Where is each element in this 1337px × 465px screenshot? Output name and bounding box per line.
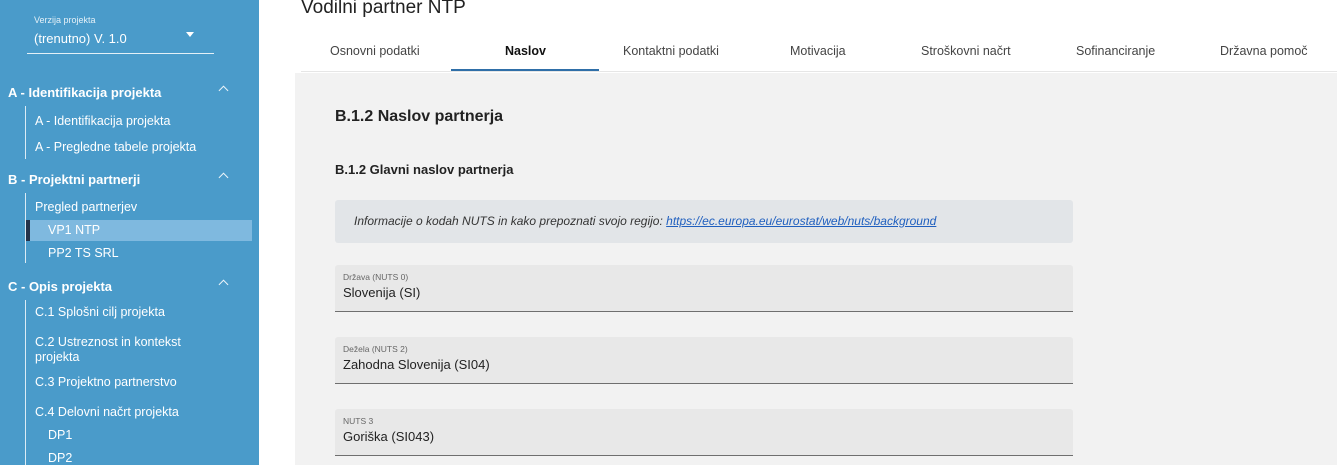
info-text: Informacije o kodah NUTS in kako prepozn… [354,214,936,228]
sidebar-item-label: A - Pregledne tabele projekta [35,140,197,154]
tab-drzavna-pomoc[interactable]: Državna pomoč [1220,44,1308,58]
field-value: Goriška (SI043) [343,429,435,444]
sidebar-item-c4[interactable]: C.4 Delovni načrt projekta [26,405,252,420]
sidebar-item-label: C.3 Projektno partnerstvo [35,375,177,389]
sidebar-item-pregled-partnerjev[interactable]: Pregled partnerjev [26,200,252,215]
sidebar-item-c2[interactable]: C.2 Ustreznost in kontekst projekta [26,335,226,365]
version-select-label: Verzija projekta [34,15,96,25]
field-value: Zahodna Slovenija (SI04) [343,357,490,372]
chevron-up-icon [218,85,229,96]
sidebar-item-dp2[interactable]: DP2 [26,451,252,465]
section-c-opis[interactable]: C - Opis projekta [0,274,259,298]
field-label: NUTS 3 [343,416,374,426]
nuts-info-link[interactable]: https://ec.europa.eu/eurostat/web/nuts/b… [666,214,936,228]
sidebar-item-c3[interactable]: C.3 Projektno partnerstvo [26,375,252,390]
version-select-value: (trenutno) V. 1.0 [34,31,127,46]
field-label: Država (NUTS 0) [343,272,409,282]
sidebar-item-label: C.2 Ustreznost in kontekst projekta [35,335,181,364]
sidebar-item-label: C.1 Splošni cilj projekta [35,305,165,319]
tab-kontaktni-podatki[interactable]: Kontaktni podatki [623,44,719,58]
tab-bar: Osnovni podatki Naslov Kontaktni podatki… [301,38,1337,72]
tab-stroskovni-nacrt[interactable]: Stroškovni načrt [921,44,1011,58]
section-heading: B.1.2 Naslov partnerja [335,108,504,125]
field-value: Slovenija (SI) [343,285,421,300]
info-box: Informacije o kodah NUTS in kako prepozn… [335,200,1073,243]
version-select[interactable]: Verzija projekta (trenutno) V. 1.0 [27,10,214,54]
tab-sofinanciranje[interactable]: Sofinanciranje [1076,44,1155,58]
info-message: Informacije o kodah NUTS in kako prepozn… [354,214,667,228]
sidebar-item-label: A - Identifikacija projekta [35,114,171,128]
sidebar-item-label: Pregled partnerjev [35,200,138,214]
chevron-up-icon [218,279,229,290]
region-nuts2-field[interactable]: Dežela (NUTS 2) Zahodna Slovenija (SI04) [335,337,1073,384]
active-tab-indicator [451,69,599,71]
sidebar-item-c1[interactable]: C.1 Splošni cilj projekta [26,305,252,320]
country-nuts0-field[interactable]: Država (NUTS 0) Slovenija (SI) [335,265,1073,312]
section-label: C - Opis projekta [8,279,113,294]
nuts3-field[interactable]: NUTS 3 Goriška (SI043) [335,409,1073,456]
section-label: A - Identifikacija projekta [8,85,162,100]
sidebar-item-label: VP1 NTP [48,223,101,237]
sidebar-item-vp1-ntp[interactable]: VP1 NTP [26,220,252,241]
section-a-identifikacija[interactable]: A - Identifikacija projekta [0,80,259,104]
section-b-partnerji[interactable]: B - Projektni partnerji [0,167,259,191]
sidebar-item-label: DP2 [48,451,73,465]
tab-naslov[interactable]: Naslov [505,44,546,58]
sidebar-item-label: PP2 TS SRL [48,246,119,260]
sidebar-item-pp2-ts-srl[interactable]: PP2 TS SRL [26,246,252,261]
sidebar: Verzija projekta (trenutno) V. 1.0 A - I… [0,0,259,465]
field-label: Dežela (NUTS 2) [343,344,408,354]
tab-osnovni-podatki[interactable]: Osnovni podatki [330,44,420,58]
sidebar-item-label: DP1 [48,428,73,442]
sidebar-item-a-pregledne-tabele[interactable]: A - Pregledne tabele projekta [26,140,252,155]
page-title: Vodilni partner NTP [301,0,466,18]
tab-motivacija[interactable]: Motivacija [790,44,846,58]
sidebar-item-dp1[interactable]: DP1 [26,428,252,443]
active-marker [26,220,30,241]
sidebar-item-a-identifikacija[interactable]: A - Identifikacija projekta [26,114,252,129]
section-label: B - Projektni partnerji [8,172,141,187]
subsection-heading: B.1.2 Glavni naslov partnerja [335,162,514,177]
chevron-up-icon [218,172,229,183]
dropdown-caret-icon [186,32,194,37]
sidebar-item-label: C.4 Delovni načrt projekta [35,405,179,419]
